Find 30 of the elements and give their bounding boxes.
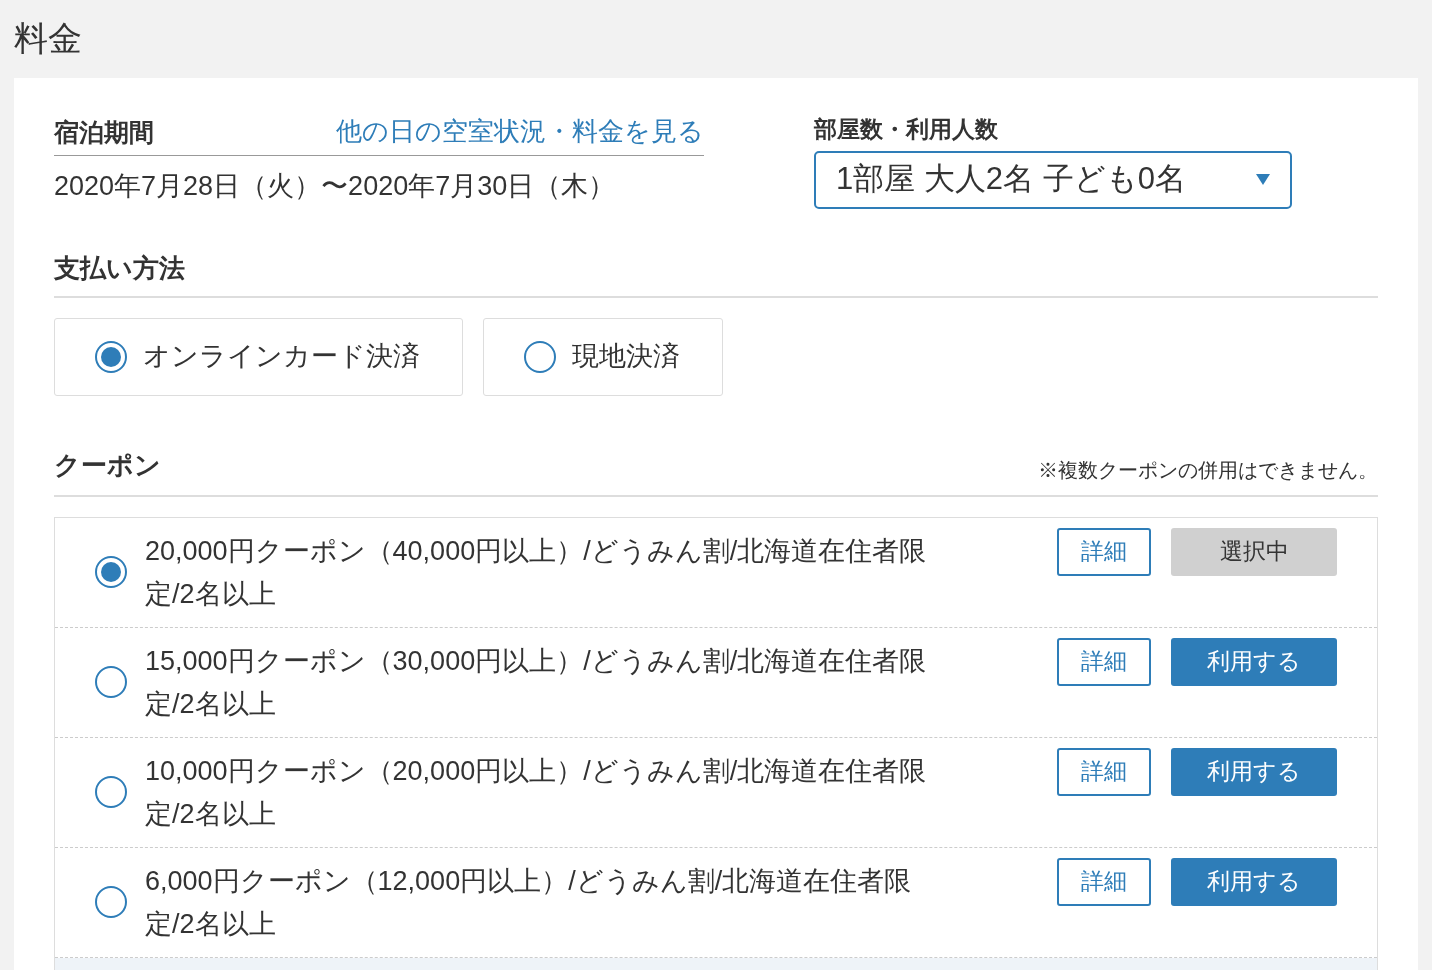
details-button[interactable]: 詳細 [1057,527,1151,576]
coupon-text: 10,000円クーポン（20,000円以上）/どうみん割/北海道在住者限定/2名以上 [145,754,928,831]
details-button[interactable]: 詳細 [1057,747,1151,796]
use-coupon-button[interactable]: 利用する [1171,857,1337,906]
section-title: 料金 [13,18,83,59]
availability-link[interactable]: 他の日の空室状況・料金を見る [336,112,704,151]
payment-option[interactable]: 現地決済 [483,317,723,396]
stay-dates: 2020年7月28日（火）〜2020年7月30日（木） [54,170,617,203]
payment-option[interactable]: オンラインカード決済 [54,317,463,396]
radio-button[interactable] [524,340,556,373]
coupon-label: クーポン [54,448,161,482]
payment-label: 支払い方法 [54,248,1378,298]
details-button[interactable]: 詳細 [1057,637,1151,686]
coupon-text: 15,000円クーポン（30,000円以上）/どうみん割/北海道在住者限定/2名以上 [145,644,928,721]
use-coupon-button[interactable]: 利用する [1171,747,1337,796]
radio-button[interactable] [95,886,127,918]
coupon-note: ※複数クーポンの併用はできません。 [1038,457,1378,483]
rooms-guests-label: 部屋数・利用人数 [814,115,999,144]
radio-button[interactable] [95,776,127,808]
coupon-text: 20,000円クーポン（40,000円以上）/どうみん割/北海道在住者限定/2名以上 [145,534,928,611]
radio-button[interactable] [95,340,127,373]
coupon-text: 6,000円クーポン（12,000円以上）/どうみん割/北海道在住者限定/2名以上 [145,864,913,941]
selected-status-button[interactable]: 選択中 [1171,527,1337,576]
radio-button[interactable] [95,556,127,588]
rooms-guests-select[interactable]: 1部屋 大人2名 子ども0名 [814,150,1292,209]
stay-period-label: 宿泊期間 [54,116,154,148]
radio-button[interactable] [95,666,127,698]
details-button[interactable]: 詳細 [1057,857,1151,906]
use-coupon-button[interactable]: 利用する [1171,637,1337,686]
dropdown-caret-icon [1256,174,1270,185]
